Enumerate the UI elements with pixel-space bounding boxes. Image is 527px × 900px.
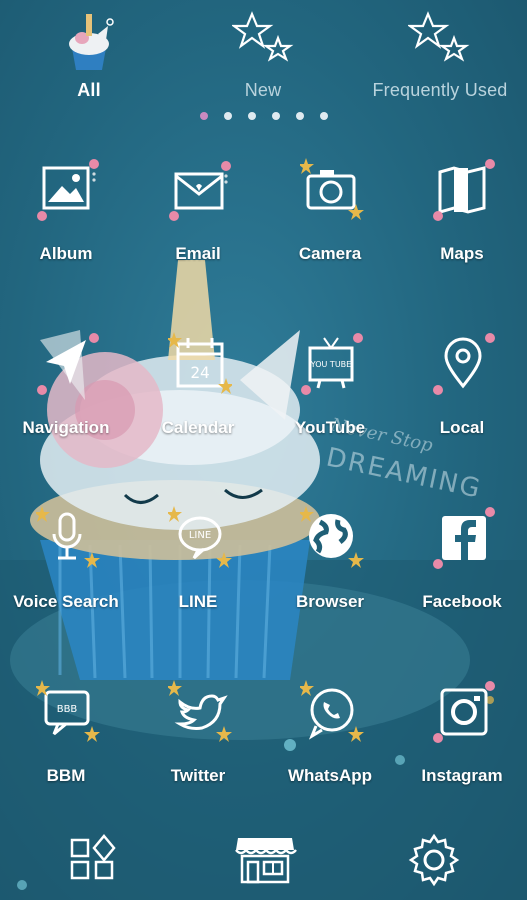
app-twitter-label: Twitter xyxy=(170,766,226,785)
tv-text: YOU TUBE xyxy=(310,360,351,369)
microphone-icon xyxy=(36,506,100,568)
app-youtube[interactable]: YOU TUBE YouTube xyxy=(270,332,390,472)
app-facebook-label: Facebook xyxy=(422,592,502,611)
app-whatsapp[interactable]: WhatsApp xyxy=(270,680,390,820)
bbm-icon: BBB xyxy=(36,680,100,742)
map-icon xyxy=(433,159,495,221)
page-indicator xyxy=(200,112,330,122)
page-dot-5[interactable] xyxy=(296,112,304,120)
envelope-icon xyxy=(169,161,231,221)
app-camera-label: Camera xyxy=(298,244,362,263)
cupcake-icon xyxy=(69,14,114,70)
app-line-label: LINE xyxy=(178,592,218,611)
calendar-icon: 24 xyxy=(168,332,232,394)
app-youtube-label: YouTube xyxy=(294,418,366,437)
app-voice-search-label: Voice Search xyxy=(13,592,119,611)
location-pin-icon xyxy=(433,333,495,395)
app-bbm-label: BBM xyxy=(46,766,86,785)
app-camera[interactable]: Camera xyxy=(270,158,390,298)
app-grid: Album Email Camera Maps Navigation 24 Ca… xyxy=(0,150,527,800)
app-calendar-label: Calendar xyxy=(161,418,235,437)
app-navigation[interactable]: Navigation xyxy=(6,332,126,472)
app-email-label: Email xyxy=(175,244,221,263)
photo-icon xyxy=(37,159,99,221)
app-browser-label: Browser xyxy=(295,592,365,611)
tab-all[interactable]: All xyxy=(44,0,134,110)
bbm-glyph: BBB xyxy=(57,704,78,715)
page-dot-4[interactable] xyxy=(272,112,280,120)
app-email[interactable]: Email xyxy=(138,158,258,298)
settings-gear-icon xyxy=(408,833,460,887)
app-bbm[interactable]: BBB BBM xyxy=(6,680,126,820)
store-icon xyxy=(235,838,297,884)
app-calendar[interactable]: 24 Calendar xyxy=(138,332,258,472)
camera-icon xyxy=(300,158,364,220)
page-dot-6[interactable] xyxy=(320,112,328,120)
instagram-icon xyxy=(433,681,495,743)
stars-icon xyxy=(408,11,470,62)
app-voice-search[interactable]: Voice Search xyxy=(6,506,126,646)
line-bubble-text: LINE xyxy=(189,530,211,541)
line-bubble-icon: LINE xyxy=(168,506,232,568)
page-dot-2[interactable] xyxy=(224,112,232,120)
app-maps[interactable]: Maps xyxy=(402,158,522,298)
app-line[interactable]: LINE LINE xyxy=(138,506,258,646)
globe-icon xyxy=(300,506,364,568)
tv-icon: YOU TUBE xyxy=(301,333,363,395)
app-instagram[interactable]: Instagram xyxy=(402,680,522,820)
app-whatsapp-label: WhatsApp xyxy=(287,766,373,785)
tab-frequently-used[interactable]: Frequently Used xyxy=(370,0,510,110)
app-facebook[interactable]: Facebook xyxy=(402,506,522,646)
whatsapp-icon xyxy=(300,680,364,742)
page-dot-3[interactable] xyxy=(248,112,256,120)
widgets-button[interactable] xyxy=(64,830,124,890)
app-local-label: Local xyxy=(439,418,485,437)
tab-all-label: All xyxy=(77,80,101,100)
app-maps-label: Maps xyxy=(440,244,484,263)
app-instagram-label: Instagram xyxy=(421,766,503,785)
app-album-label: Album xyxy=(39,244,93,263)
settings-button[interactable] xyxy=(404,830,464,890)
app-browser[interactable]: Browser xyxy=(270,506,390,646)
navigation-arrow-icon xyxy=(37,333,99,395)
tab-new-label: New xyxy=(244,80,282,100)
widgets-icon xyxy=(70,834,116,880)
app-navigation-label: Navigation xyxy=(22,418,110,437)
app-album[interactable]: Album xyxy=(6,158,126,298)
app-twitter[interactable]: Twitter xyxy=(138,680,258,820)
facebook-icon xyxy=(433,507,495,569)
stars-icon xyxy=(232,11,294,62)
theme-store-button[interactable] xyxy=(232,830,298,890)
tab-new[interactable]: New xyxy=(218,0,308,110)
calendar-day: 24 xyxy=(190,363,209,382)
app-local[interactable]: Local xyxy=(402,332,522,472)
page-dot-1[interactable] xyxy=(200,112,208,120)
category-tabs: All New Frequently Used xyxy=(0,0,527,120)
tab-frequently-used-label: Frequently Used xyxy=(372,80,508,100)
bottom-dock xyxy=(0,830,527,900)
bird-icon xyxy=(168,680,232,742)
